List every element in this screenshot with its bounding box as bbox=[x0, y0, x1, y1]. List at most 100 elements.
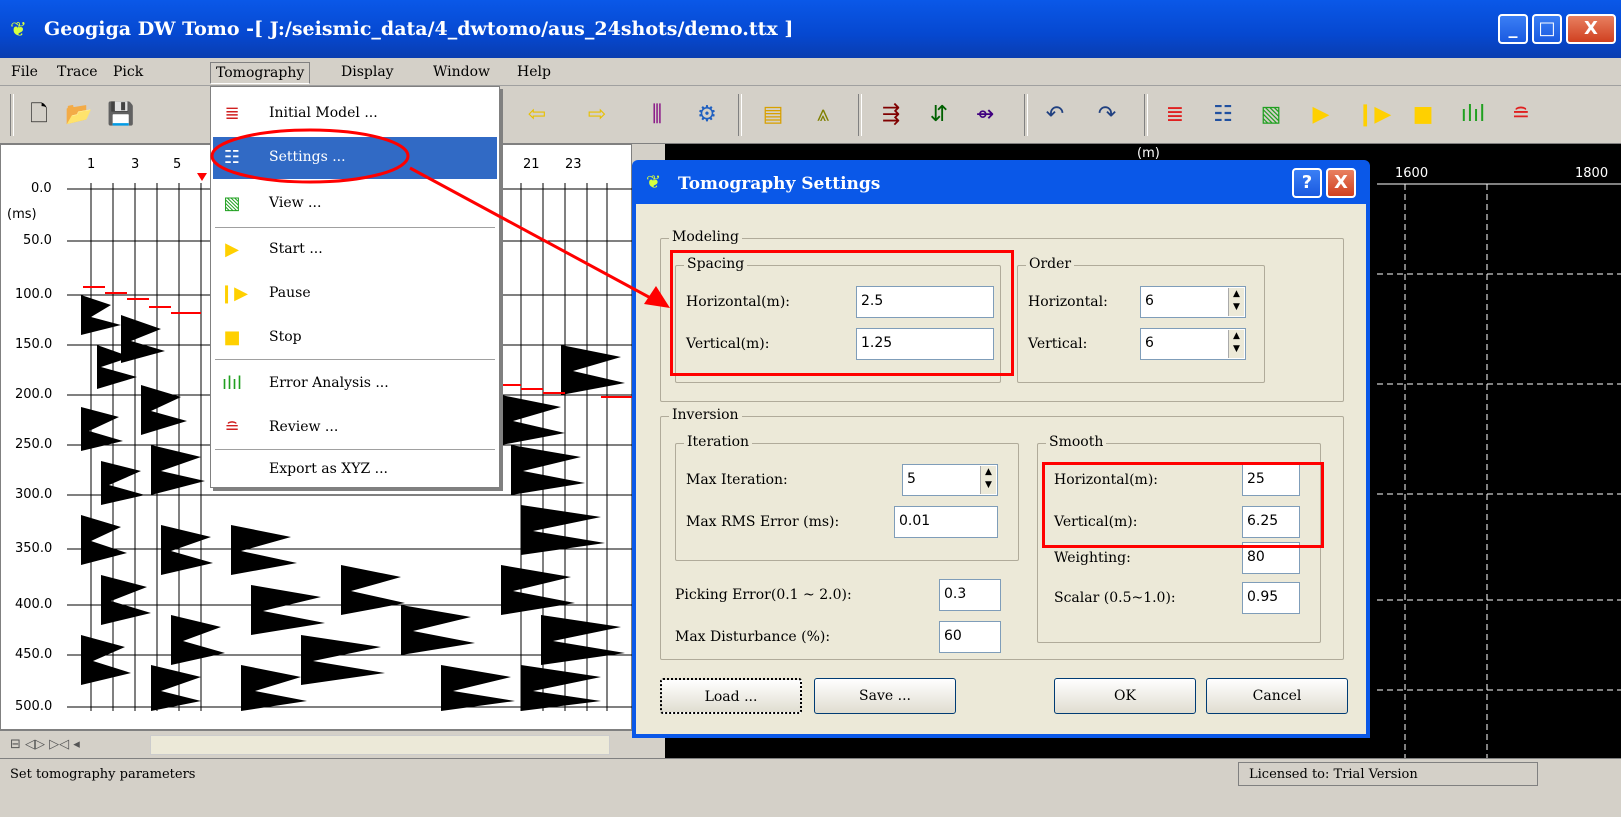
spacing-vertical-input[interactable]: 1.25 bbox=[856, 328, 994, 360]
license-info: Licensed to: Trial Version bbox=[1238, 762, 1538, 786]
menu-item-label: Start ... bbox=[269, 241, 323, 257]
spacing-vertical-label: Vertical(m): bbox=[686, 336, 770, 352]
picks-icon[interactable]: ⫼ bbox=[640, 98, 674, 132]
cancel-button[interactable]: Cancel bbox=[1206, 678, 1348, 714]
spacing-horizontal-input[interactable]: 2.5 bbox=[856, 286, 994, 318]
horizontal-scrollbar[interactable] bbox=[150, 735, 610, 755]
time-label: 350.0 bbox=[15, 541, 53, 556]
menu-tomography[interactable]: Tomography bbox=[210, 62, 311, 84]
time-label: 50.0 bbox=[23, 233, 52, 248]
picking-error-input[interactable]: 0.3 bbox=[939, 579, 1001, 611]
menu-item-review[interactable]: ≘ Review ... bbox=[213, 407, 497, 449]
dialog-close-button[interactable]: X bbox=[1326, 168, 1356, 198]
arrow-left-icon[interactable]: ⇦ bbox=[520, 98, 554, 132]
close-button[interactable]: X bbox=[1566, 14, 1616, 44]
inversion-label: Inversion bbox=[669, 407, 742, 423]
toolbar-separator bbox=[738, 94, 742, 136]
time-label: 200.0 bbox=[15, 387, 53, 402]
time-unit-label: (ms) bbox=[7, 207, 37, 222]
picking-error-label: Picking Error(0.1 ~ 2.0): bbox=[675, 587, 852, 603]
maximize-button[interactable]: □ bbox=[1532, 14, 1562, 44]
smooth-vertical-input[interactable]: 6.25 bbox=[1242, 506, 1300, 538]
time-label: 300.0 bbox=[15, 487, 53, 502]
annotation-arrow bbox=[409, 166, 670, 308]
menu-separator bbox=[215, 359, 495, 361]
spacing-group: Spacing Horizontal(m): 2.5 Vertical(m): … bbox=[675, 256, 1001, 383]
save-icon[interactable]: 💾 bbox=[104, 98, 138, 132]
spectrum-icon[interactable]: ⩓ bbox=[806, 98, 840, 132]
time-label: 400.0 bbox=[15, 597, 53, 612]
order-group: Order Horizontal: 6 ▲ ▼ Vertical: 6 ▲ ▼ bbox=[1017, 256, 1265, 383]
max-disturbance-input[interactable]: 60 bbox=[939, 621, 1001, 653]
time-label: 150.0 bbox=[15, 337, 53, 352]
weighting-input[interactable]: 80 bbox=[1242, 542, 1300, 574]
ruler-icon[interactable]: ▤ bbox=[756, 98, 790, 132]
new-file-icon[interactable]: 🗋 bbox=[22, 98, 56, 132]
order-horizontal-stepper[interactable]: 6 ▲ ▼ bbox=[1140, 286, 1246, 318]
spinner-arrows-icon[interactable]: ▲ ▼ bbox=[980, 466, 996, 494]
arrow-right-icon[interactable]: ⇨ bbox=[580, 98, 614, 132]
spacing-label: Spacing bbox=[684, 256, 748, 272]
load-button[interactable]: Load ... bbox=[660, 678, 802, 714]
open-folder-icon[interactable]: 📂 bbox=[62, 98, 96, 132]
trace-number: 3 bbox=[131, 157, 140, 172]
status-bar: Set tomography parameters Licensed to: T… bbox=[0, 758, 1621, 788]
auto-pick-icon[interactable]: ⚙ bbox=[690, 98, 724, 132]
window-title: Geogiga DW Tomo -[ J:/seismic_data/4_dwt… bbox=[44, 18, 794, 40]
modeling-group: Modeling Spacing Horizontal(m): 2.5 Vert… bbox=[660, 229, 1344, 402]
max-iteration-label: Max Iteration: bbox=[686, 472, 788, 488]
spinner-arrows-icon[interactable]: ▲ ▼ bbox=[1228, 330, 1244, 358]
menu-trace[interactable]: Trace bbox=[52, 62, 103, 84]
save-button[interactable]: Save ... bbox=[814, 678, 956, 714]
undo-icon[interactable]: ↶ bbox=[1038, 98, 1072, 132]
seismic-navigation-bar: ⊟ ◁▷ ▷◁ ◂ bbox=[0, 730, 632, 758]
receiver-icon[interactable]: ⇵ bbox=[922, 98, 956, 132]
trace-navigation-controls[interactable]: ⊟ ◁▷ ▷◁ ◂ bbox=[10, 737, 80, 752]
redo-icon[interactable]: ↷ bbox=[1090, 98, 1124, 132]
max-rms-input[interactable]: 0.01 bbox=[894, 506, 998, 538]
menu-item-label: Review ... bbox=[269, 419, 339, 435]
tomography-settings-dialog: ❦ Tomography Settings ? X Modeling Spaci… bbox=[632, 160, 1370, 738]
max-rms-label: Max RMS Error (ms): bbox=[686, 514, 840, 530]
review-toolbar-icon[interactable]: ≘ bbox=[1504, 98, 1538, 132]
time-label: 100.0 bbox=[15, 287, 53, 302]
max-disturbance-label: Max Disturbance (%): bbox=[675, 629, 831, 645]
menu-item-error-analysis[interactable]: ılıl Error Analysis ... bbox=[213, 363, 497, 405]
menu-item-stop[interactable]: ■ Stop bbox=[213, 317, 497, 359]
start-toolbar-icon[interactable]: ▶ bbox=[1304, 98, 1338, 132]
scalar-input[interactable]: 0.95 bbox=[1242, 582, 1300, 614]
layout-icon[interactable]: ⇴ bbox=[968, 98, 1002, 132]
view-toolbar-icon[interactable]: ▧ bbox=[1254, 98, 1288, 132]
settings-toolbar-icon[interactable]: ☷ bbox=[1206, 98, 1240, 132]
smooth-horizontal-input[interactable]: 25 bbox=[1242, 464, 1300, 496]
shot-icon[interactable]: ⇶ bbox=[874, 98, 908, 132]
menu-display[interactable]: Display bbox=[336, 62, 399, 84]
menu-window[interactable]: Window bbox=[428, 62, 495, 84]
help-button[interactable]: ? bbox=[1292, 168, 1322, 198]
time-label: 450.0 bbox=[15, 647, 53, 662]
pause-icon: ❙▶ bbox=[219, 283, 248, 304]
menu-help[interactable]: Help bbox=[512, 62, 556, 84]
order-vertical-stepper[interactable]: 6 ▲ ▼ bbox=[1140, 328, 1246, 360]
initial-model-toolbar-icon[interactable]: ≣ bbox=[1158, 98, 1192, 132]
iteration-label: Iteration bbox=[684, 434, 753, 450]
order-label: Order bbox=[1026, 256, 1075, 272]
menu-pick[interactable]: Pick bbox=[108, 62, 148, 84]
ok-button[interactable]: OK bbox=[1054, 678, 1196, 714]
pause-toolbar-icon[interactable]: ❙▶ bbox=[1356, 98, 1391, 132]
stop-toolbar-icon[interactable]: ■ bbox=[1406, 98, 1440, 132]
trace-number: 1 bbox=[87, 157, 96, 172]
minimize-button[interactable]: _ bbox=[1498, 14, 1528, 44]
error-analysis-toolbar-icon[interactable]: ılıl bbox=[1456, 98, 1490, 132]
order-vertical-label: Vertical: bbox=[1028, 336, 1088, 352]
spinner-arrows-icon[interactable]: ▲ ▼ bbox=[1228, 288, 1244, 316]
toolbar-separator bbox=[10, 94, 14, 136]
menu-item-export-xyz[interactable]: Export as XYZ ... bbox=[213, 449, 497, 491]
time-label: 500.0 bbox=[15, 699, 53, 714]
error-analysis-icon: ılıl bbox=[221, 373, 242, 394]
app-logo-icon: ❦ bbox=[10, 17, 27, 41]
max-iteration-stepper[interactable]: 5 ▲ ▼ bbox=[902, 464, 998, 496]
toolbar-separator bbox=[1024, 94, 1028, 136]
menu-file[interactable]: File bbox=[6, 62, 43, 84]
status-message: Set tomography parameters bbox=[10, 767, 196, 782]
